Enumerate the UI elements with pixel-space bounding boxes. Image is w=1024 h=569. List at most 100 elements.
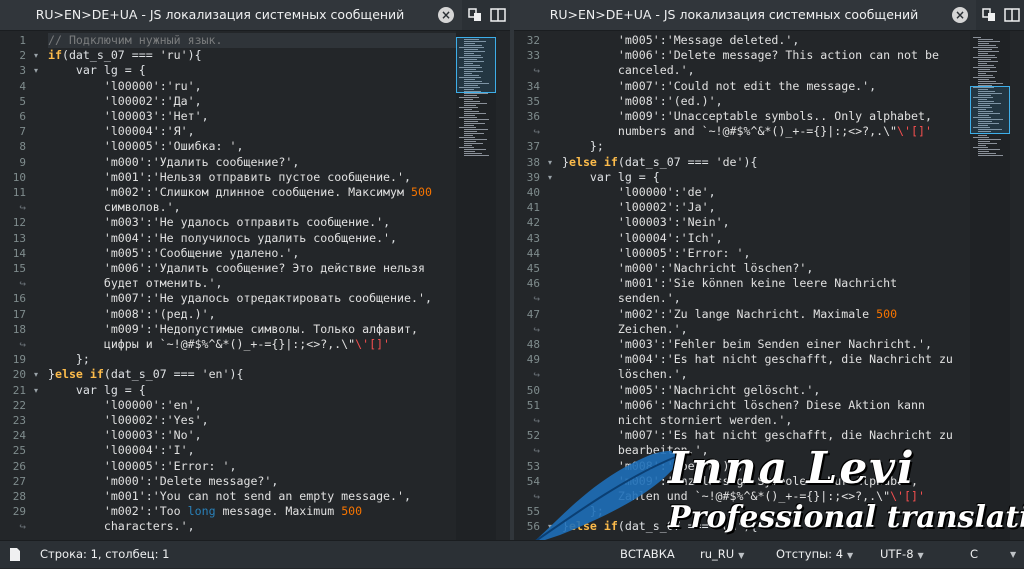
code-line[interactable]: 'l00005':'Error: ', [48,459,456,474]
code-line[interactable]: senden.', [562,291,970,306]
code-line[interactable]: 'm003':'Fehler beim Senden einer Nachric… [562,337,970,352]
code-token: 'l00005' [617,245,674,260]
code-line[interactable]: 'm005':'Nachricht gelöscht.', [562,383,970,398]
right-document-tab[interactable]: RU>EN>DE+UA - JS локализация системных с… [514,0,976,30]
right-scrollbar[interactable] [1010,31,1024,540]
code-line[interactable]: 'l00002':'Да', [48,94,456,109]
left-scrollbar[interactable] [496,31,510,540]
code-line[interactable]: 'm000':'Delete message?', [48,474,456,489]
code-line[interactable]: var lg = { [562,170,970,185]
code-line[interactable]: 'l00003':'Nein', [562,215,970,230]
code-line[interactable]: 'l00005':'Error: ', [562,246,970,261]
code-line[interactable]: numbers and `~!@#$%^&*()_+-={}|:;<>?,.\"… [562,124,970,139]
left-document-tab[interactable]: RU>EN>DE+UA - JS локализация системных с… [0,0,462,30]
code-line[interactable]: 'l00000':'en', [48,398,456,413]
code-line[interactable]: 'l00000':'de', [562,185,970,200]
code-line[interactable]: 'm009':'Unacceptable symbols.. Only alph… [562,109,970,124]
code-line[interactable]: 'm005':'Message deleted.', [562,33,970,48]
code-line[interactable]: 'l00003':'No', [48,428,456,443]
code-line[interactable]: 'm001':'Sie können keine leere Nachricht [562,276,970,291]
code-line[interactable]: будет отменить.', [48,276,456,291]
close-icon[interactable]: × [438,7,454,23]
code-line[interactable]: 'l00003':'Нет', [48,109,456,124]
code-line[interactable]: 'm002':'Too long message. Maximum 500 [48,504,456,519]
code-line[interactable]: 'l00002':'Ja', [562,200,970,215]
code-line[interactable]: var lg = { [48,63,456,78]
code-line[interactable]: 'l00004':'Ich', [562,231,970,246]
code-line[interactable]: 'm007':'Es hat nicht geschafft, die Nach… [562,428,970,443]
code-line[interactable]: цифры и `~!@#$%^&*()_+-={}|:;<>?,.\"\'[]… [48,337,456,352]
code-line[interactable]: }; [562,139,970,154]
code-line[interactable]: 'm006':'Nachricht löschen? Diese Aktion … [562,398,970,413]
code-line[interactable]: 'm004':'Не получилось удалить сообщение.… [48,231,456,246]
dictionary-selector[interactable]: ru_RU ▼ [700,541,744,568]
code-line[interactable]: 'm004':'Es hat nicht geschafft, die Nach… [562,352,970,367]
close-icon[interactable]: × [952,7,968,23]
chevron-down-icon[interactable]: ▼ [1010,541,1016,568]
code-line[interactable]: 'm001':'Нельзя отправить пустое сообщени… [48,170,456,185]
code-line[interactable]: var lg = { [48,383,456,398]
cursor-position[interactable]: Строка: 1, столбец: 1 [40,541,169,568]
code-line[interactable]: 'm000':'Удалить сообщение?', [48,155,456,170]
code-line[interactable]: 'm003':'Не удалось отправить сообщение.'… [48,215,456,230]
code-line[interactable]: Zeichen.', [562,322,970,337]
code-line[interactable]: canceled.', [562,63,970,78]
code-line[interactable]: characters.', [48,519,456,534]
code-line[interactable]: 'm008':'(ed.)', [562,94,970,109]
code-line[interactable]: 'm001':'You can not send an empty messag… [48,489,456,504]
split-view-icon[interactable] [489,6,507,24]
syntax-selector[interactable]: C [970,541,978,568]
code-token: , [708,200,716,215]
line-number: ↪ [533,490,540,503]
code-line[interactable]: nicht storniert werden.', [562,413,970,428]
code-line[interactable]: 'm006':'Delete message? This action can … [562,48,970,63]
code-line[interactable]: 'l00004':'Я', [48,124,456,139]
fold-toggle-icon[interactable]: ▾ [31,367,41,382]
minimap-viewport[interactable] [456,37,496,93]
code-line[interactable]: 'l00005':'Ошибка: ', [48,139,456,154]
code-line[interactable]: 'm008':'(ред.)', [48,307,456,322]
split-view-icon[interactable] [1003,6,1021,24]
pane-menu-icon[interactable] [980,6,998,24]
code-line[interactable]: 'l00004':'I', [48,443,456,458]
code-line[interactable]: символов.', [48,200,456,215]
code-line[interactable]: 'm007':'Не удалось отредактировать сообщ… [48,291,456,306]
fold-toggle-icon[interactable]: ▾ [31,63,41,78]
left-minimap[interactable] [456,31,496,540]
code-line[interactable]: 'm007':'Could not edit the message.', [562,79,970,94]
code-line[interactable]: löschen.', [562,367,970,382]
encoding-selector[interactable]: UTF-8 ▼ [880,541,924,568]
document-icon[interactable] [9,547,21,562]
fold-toggle-icon[interactable]: ▾ [31,383,41,398]
code-token: }; [562,139,604,154]
pane-menu-icon[interactable] [466,6,484,24]
minimap-line [973,57,997,58]
code-line[interactable]: // Подключим нужный язык. [48,33,456,49]
left-code-area[interactable]: // Подключим нужный язык. if(dat_s_07 ===… [48,31,456,540]
fold-toggle-icon[interactable]: ▾ [545,519,555,534]
code-line[interactable]: 'm002':'Zu lange Nachricht. Maximale 500 [562,307,970,322]
code-line[interactable]: 'm000':'Nachricht löschen?', [562,261,970,276]
code-line[interactable]: }else if(dat_s_07 === 'en'){ [48,367,456,382]
line-number: 32 [526,34,540,47]
code-line[interactable]: 'l00002':'Yes', [48,413,456,428]
minimap-viewport[interactable] [970,86,1010,134]
code-line[interactable]: if(dat_s_07 === 'ru'){ [48,48,456,63]
fold-toggle-icon[interactable]: ▾ [545,170,555,185]
code-line[interactable]: 'm009':'Недопустимые символы. Только алф… [48,322,456,337]
fold-toggle-icon[interactable]: ▾ [545,155,555,170]
code-token: : [673,215,681,230]
input-mode[interactable]: ВСТАВКА [620,541,675,568]
code-line[interactable]: 'm002':'Слишком длинное сообщение. Макси… [48,185,456,200]
fold-toggle-icon[interactable]: ▾ [31,48,41,63]
code-line[interactable]: 'l00000':'ru', [48,79,456,94]
code-line[interactable]: }; [48,352,456,367]
left-code-editor[interactable]: 1 2 ▾ 3 ▾ 4 5 6 7 8 9 10 11 ↪ 12 13 14 15 ↪ 16 17 18 ↪ 19 20 ▾ 21 ▾… [0,31,510,540]
code-line[interactable]: 'm005':'Сообщение удалено.', [48,246,456,261]
indent-selector[interactable]: Отступы: 4 ▼ [776,541,853,568]
code-line[interactable]: 'm006':'Удалить сообщение? Это действие … [48,261,456,276]
code-line[interactable]: }else if(dat_s_07 === 'de'){ [562,155,970,170]
minimap-line [459,137,475,138]
